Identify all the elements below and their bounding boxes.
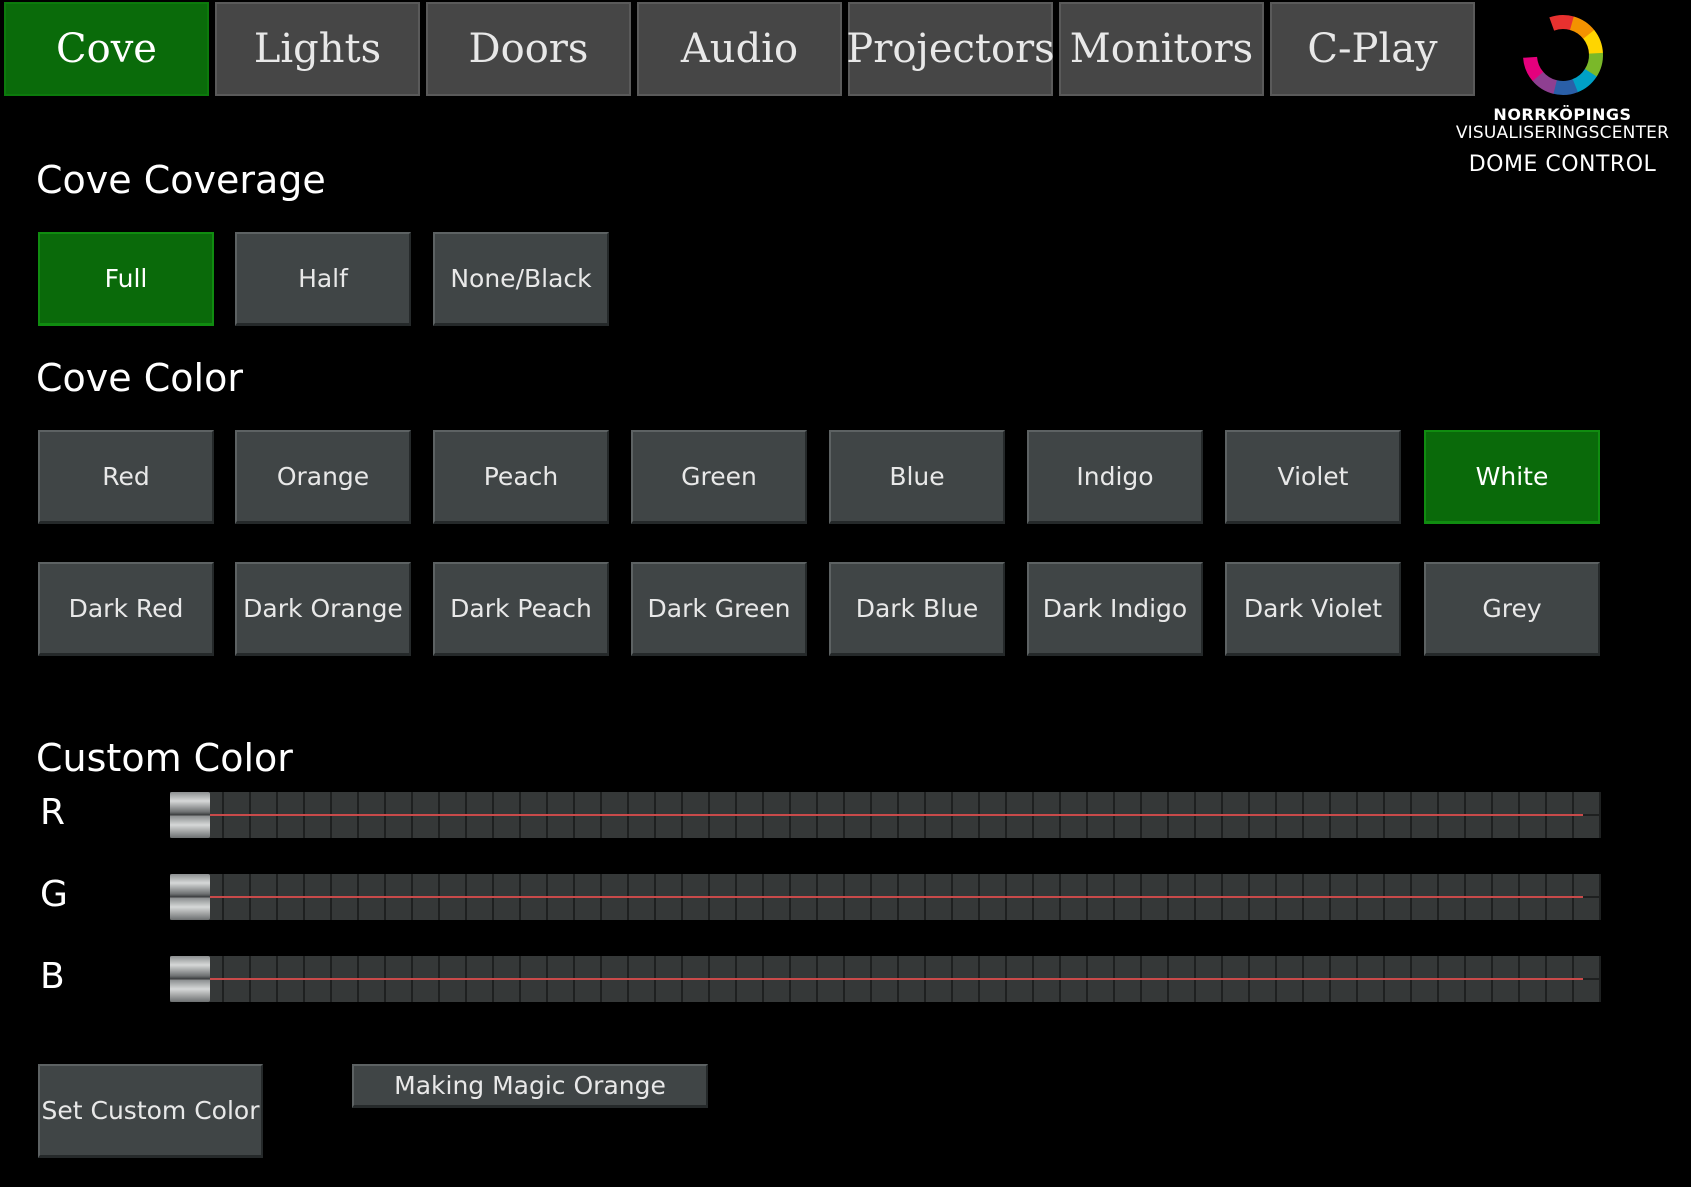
slider-label-r: R xyxy=(40,792,66,833)
tab-bar: Cove Lights Doors Audio Projectors Monit… xyxy=(4,2,1475,96)
color-red-button[interactable]: Red xyxy=(38,430,214,524)
color-grey-button[interactable]: Grey xyxy=(1424,562,1600,656)
tab-monitors[interactable]: Monitors xyxy=(1059,2,1264,96)
slider-label-g: G xyxy=(40,874,68,915)
color-dark-violet-button[interactable]: Dark Violet xyxy=(1225,562,1401,656)
brand-line-2: VISUALISERINGSCENTER xyxy=(1455,123,1670,143)
set-custom-color-button[interactable]: Set Custom Color xyxy=(38,1064,263,1158)
red-slider-thumb[interactable] xyxy=(170,792,210,838)
color-indigo-button[interactable]: Indigo xyxy=(1027,430,1203,524)
tab-audio[interactable]: Audio xyxy=(637,2,842,96)
tab-cove[interactable]: Cove xyxy=(4,2,209,96)
green-slider-thumb[interactable] xyxy=(170,874,210,920)
red-slider[interactable] xyxy=(170,792,1601,838)
coverage-none-button[interactable]: None/Black xyxy=(433,232,609,326)
brand-line-1: NORRKÖPINGS xyxy=(1493,105,1632,124)
logo-ring-segment xyxy=(1548,15,1574,31)
tab-projectors[interactable]: Projectors xyxy=(846,2,1055,96)
blue-slider-track xyxy=(210,978,1583,980)
color-white-button[interactable]: White xyxy=(1424,430,1600,524)
tab-doors[interactable]: Doors xyxy=(426,2,631,96)
logo-ring-segment xyxy=(1531,71,1557,94)
color-title: Cove Color xyxy=(36,356,243,400)
color-dark-green-button[interactable]: Dark Green xyxy=(631,562,807,656)
color-blue-button[interactable]: Blue xyxy=(829,430,1005,524)
logo-ring-segment xyxy=(1582,29,1603,55)
tab-c-play[interactable]: C-Play xyxy=(1270,2,1475,96)
brand-subtitle: DOME CONTROL xyxy=(1468,152,1657,177)
slider-label-b: B xyxy=(40,956,65,997)
logo-ring-segment xyxy=(1571,68,1597,93)
logo-ring-segment xyxy=(1552,78,1578,95)
blue-slider-thumb[interactable] xyxy=(170,956,210,1002)
color-green-button[interactable]: Green xyxy=(631,430,807,524)
status-message: Making Magic Orange xyxy=(352,1064,708,1108)
color-peach-button[interactable]: Peach xyxy=(433,430,609,524)
color-violet-button[interactable]: Violet xyxy=(1225,430,1401,524)
tab-lights[interactable]: Lights xyxy=(215,2,420,96)
color-dark-red-button[interactable]: Dark Red xyxy=(38,562,214,656)
brand-block: NORRKÖPINGS VISUALISERINGSCENTER DOME CO… xyxy=(1450,10,1675,177)
logo-ring-segment xyxy=(1583,52,1603,78)
ring-logo-icon xyxy=(1522,15,1603,95)
coverage-title: Cove Coverage xyxy=(36,158,326,202)
blue-slider[interactable] xyxy=(170,956,1601,1002)
color-dark-orange-button[interactable]: Dark Orange xyxy=(235,562,411,656)
logo-ring-segment xyxy=(1522,56,1544,82)
green-slider-track xyxy=(210,896,1583,898)
green-slider[interactable] xyxy=(170,874,1601,920)
coverage-half-button[interactable]: Half xyxy=(235,232,411,326)
coverage-full-button[interactable]: Full xyxy=(38,232,214,326)
color-orange-button[interactable]: Orange xyxy=(235,430,411,524)
red-slider-track xyxy=(210,814,1583,816)
color-dark-indigo-button[interactable]: Dark Indigo xyxy=(1027,562,1203,656)
custom-color-title: Custom Color xyxy=(36,736,293,780)
logo-ring-segment xyxy=(1569,16,1595,40)
color-dark-blue-button[interactable]: Dark Blue xyxy=(829,562,1005,656)
color-dark-peach-button[interactable]: Dark Peach xyxy=(433,562,609,656)
